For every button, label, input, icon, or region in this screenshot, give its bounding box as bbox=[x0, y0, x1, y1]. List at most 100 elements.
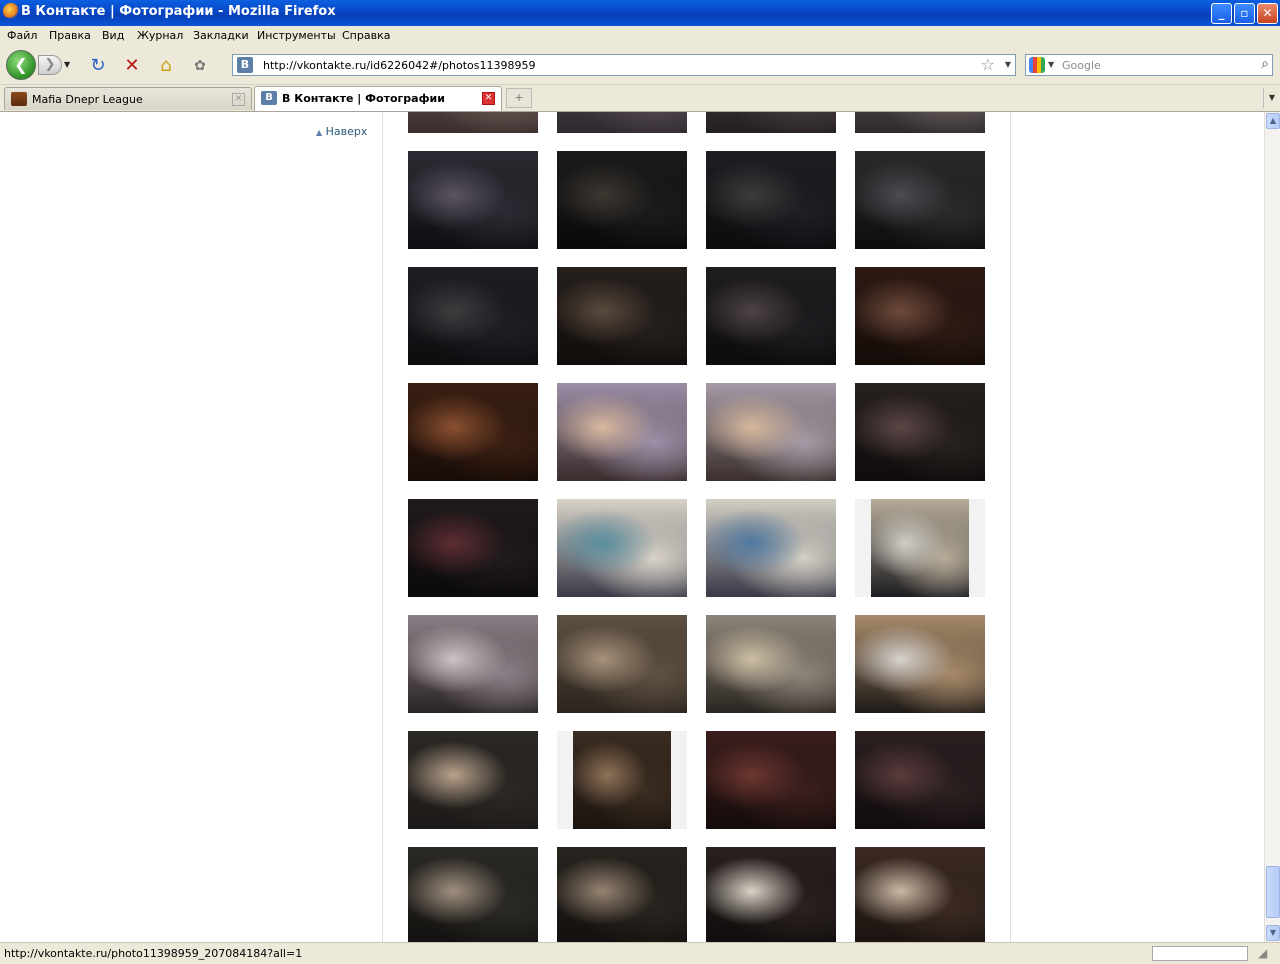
photo-image bbox=[557, 499, 687, 597]
home-icon[interactable]: ⌂ bbox=[156, 56, 176, 76]
photo-image bbox=[408, 267, 538, 365]
new-tab-button[interactable]: + bbox=[506, 88, 532, 108]
vertical-scrollbar[interactable]: ▲ ▼ bbox=[1264, 112, 1280, 942]
engine-dropdown-icon[interactable]: ▼ bbox=[1048, 60, 1054, 69]
tab-bar: Mafia Dnepr League ✕ B В Контакте | Фото… bbox=[0, 85, 1280, 112]
photo-thumbnail[interactable] bbox=[855, 112, 985, 133]
photo-image bbox=[557, 151, 687, 249]
resize-grip-icon[interactable]: ◢ bbox=[1258, 946, 1267, 960]
search-icon[interactable]: ⌕ bbox=[1261, 56, 1269, 72]
photo-thumbnail[interactable] bbox=[855, 267, 985, 365]
photo-image bbox=[573, 731, 671, 829]
photo-thumbnail[interactable] bbox=[706, 615, 836, 713]
menu-history[interactable]: Журнал bbox=[137, 29, 183, 42]
photo-thumbnail[interactable] bbox=[557, 499, 687, 597]
forward-button[interactable]: ❯ bbox=[38, 55, 62, 75]
photo-thumbnail[interactable] bbox=[557, 151, 687, 249]
photo-thumbnail[interactable] bbox=[706, 151, 836, 249]
photo-thumbnail[interactable] bbox=[706, 499, 836, 597]
back-to-top-link[interactable]: ▲ Наверх bbox=[316, 125, 367, 138]
photo-thumbnail[interactable] bbox=[408, 383, 538, 481]
stop-icon[interactable]: ✕ bbox=[122, 56, 142, 76]
addon-icon[interactable]: ✿ bbox=[190, 56, 210, 76]
photo-thumbnail[interactable] bbox=[706, 731, 836, 829]
search-bar[interactable]: ▼ Google ⌕ bbox=[1025, 54, 1273, 76]
status-text: http://vkontakte.ru/photo11398959_207084… bbox=[4, 947, 303, 960]
menu-edit[interactable]: Правка bbox=[49, 29, 91, 42]
photo-image bbox=[855, 731, 985, 829]
close-button[interactable]: ✕ bbox=[1257, 3, 1278, 24]
bookmark-star-icon[interactable]: ☆ bbox=[981, 55, 995, 74]
photo-thumbnail[interactable] bbox=[408, 112, 538, 133]
back-button[interactable]: ❮ bbox=[6, 50, 36, 80]
url-dropdown-icon[interactable]: ▼ bbox=[1005, 60, 1011, 69]
search-input[interactable]: Google bbox=[1062, 59, 1101, 72]
photo-image bbox=[855, 112, 985, 133]
photo-image bbox=[706, 383, 836, 481]
menu-tools[interactable]: Инструменты bbox=[257, 29, 336, 42]
tab-close-icon[interactable]: ✕ bbox=[482, 92, 495, 105]
photo-thumbnail[interactable] bbox=[706, 383, 836, 481]
photo-image bbox=[557, 847, 687, 942]
scroll-up-icon[interactable]: ▲ bbox=[1266, 113, 1280, 129]
photo-image bbox=[706, 615, 836, 713]
photo-image bbox=[557, 615, 687, 713]
minimize-button[interactable]: _ bbox=[1211, 3, 1232, 24]
photo-thumbnail[interactable] bbox=[855, 499, 985, 597]
tab-close-icon[interactable]: ✕ bbox=[232, 93, 245, 106]
menu-bookmarks[interactable]: Закладки bbox=[193, 29, 249, 42]
column-divider-right bbox=[1010, 112, 1011, 942]
photo-thumbnail[interactable] bbox=[557, 731, 687, 829]
photo-thumbnail[interactable] bbox=[408, 731, 538, 829]
photo-image bbox=[557, 383, 687, 481]
scroll-thumb[interactable] bbox=[1266, 866, 1280, 918]
photo-thumbnail[interactable] bbox=[408, 615, 538, 713]
photo-image bbox=[706, 112, 836, 133]
window-title: В Контакте | Фотографии - Mozilla Firefo… bbox=[21, 4, 336, 19]
menu-bar: Файл Правка Вид Журнал Закладки Инструме… bbox=[0, 26, 1280, 46]
photo-image bbox=[855, 383, 985, 481]
photo-thumbnail[interactable] bbox=[855, 731, 985, 829]
photo-thumbnail[interactable] bbox=[408, 267, 538, 365]
photo-image bbox=[855, 151, 985, 249]
photo-thumbnail[interactable] bbox=[557, 112, 687, 133]
photo-thumbnail[interactable] bbox=[855, 615, 985, 713]
photo-thumbnail[interactable] bbox=[855, 383, 985, 481]
tab-vkontakte-photos[interactable]: B В Контакте | Фотографии ✕ bbox=[254, 86, 502, 111]
menu-view[interactable]: Вид bbox=[102, 29, 124, 42]
tab-label: Mafia Dnepr League bbox=[32, 93, 143, 106]
maximize-button[interactable]: ▫ bbox=[1234, 3, 1255, 24]
photo-thumbnail[interactable] bbox=[706, 112, 836, 133]
photo-thumbnail[interactable] bbox=[706, 267, 836, 365]
photo-thumbnail[interactable] bbox=[557, 267, 687, 365]
photo-image bbox=[557, 267, 687, 365]
photo-image bbox=[706, 499, 836, 597]
photo-thumbnail[interactable] bbox=[408, 151, 538, 249]
reload-icon[interactable]: ↻ bbox=[88, 56, 108, 76]
firefox-icon bbox=[3, 3, 19, 19]
history-dropdown-icon[interactable]: ▼ bbox=[64, 60, 70, 69]
tab-mafia-dnepr-league[interactable]: Mafia Dnepr League ✕ bbox=[4, 87, 252, 110]
tab-list-dropdown-icon[interactable]: ▼ bbox=[1263, 88, 1280, 108]
window-titlebar: В Контакте | Фотографии - Mozilla Firefo… bbox=[0, 0, 1280, 26]
photo-thumbnail[interactable] bbox=[557, 847, 687, 942]
photo-thumbnail[interactable] bbox=[855, 151, 985, 249]
address-bar[interactable]: B http://vkontakte.ru/id6226042#/photos1… bbox=[232, 54, 1016, 76]
status-panel bbox=[1152, 946, 1248, 961]
menu-file[interactable]: Файл bbox=[7, 29, 37, 42]
address-url[interactable]: http://vkontakte.ru/id6226042#/photos113… bbox=[263, 59, 536, 72]
photo-image bbox=[706, 151, 836, 249]
photo-thumbnail[interactable] bbox=[408, 499, 538, 597]
scroll-down-icon[interactable]: ▼ bbox=[1266, 925, 1280, 941]
photo-thumbnail[interactable] bbox=[557, 383, 687, 481]
photo-thumbnail[interactable] bbox=[855, 847, 985, 942]
menu-help[interactable]: Справка bbox=[342, 29, 390, 42]
photo-image bbox=[706, 847, 836, 942]
google-engine-icon[interactable] bbox=[1029, 57, 1045, 73]
photo-image bbox=[408, 499, 538, 597]
up-arrow-icon: ▲ bbox=[316, 128, 323, 137]
photo-thumbnail[interactable] bbox=[408, 847, 538, 942]
tab-label: В Контакте | Фотографии bbox=[282, 92, 445, 105]
photo-thumbnail[interactable] bbox=[706, 847, 836, 942]
photo-thumbnail[interactable] bbox=[557, 615, 687, 713]
